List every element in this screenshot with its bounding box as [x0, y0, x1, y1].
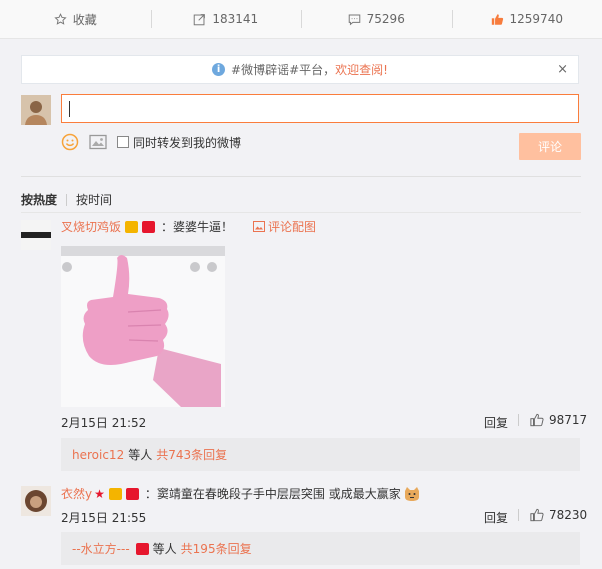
comment-input[interactable] [61, 94, 579, 123]
comment-like-button[interactable]: 98717 [518, 413, 587, 427]
comment-like-count: 98717 [549, 413, 588, 427]
vip-badge-icon [142, 220, 156, 233]
sort-by-heat-tab[interactable]: 按热度 [21, 191, 57, 208]
reply-summary: --水立方--- 等人 共195条回复 [61, 532, 580, 565]
comment-like-count: 78230 [549, 508, 588, 522]
reply-button[interactable]: 回复 [484, 509, 508, 526]
checkbox-box[interactable] [117, 136, 129, 148]
divider [518, 414, 519, 426]
red-star-icon: ★ [94, 486, 105, 501]
comment-username[interactable]: 衣然y [61, 485, 92, 502]
member-badge-icon [108, 487, 122, 500]
star-icon [54, 12, 67, 25]
emoji-icon[interactable] [61, 133, 79, 151]
sort-by-time-tab[interactable]: 按时间 [76, 191, 112, 208]
vip-badge-icon [135, 542, 149, 555]
notice-link[interactable]: 欢迎查阅! [335, 61, 388, 78]
repost-count: 183141 [212, 12, 259, 26]
reply-summary-mid: 等人 [152, 542, 177, 556]
repost-checkbox-label: 同时转发到我的微博 [133, 135, 242, 150]
thumbs-up-icon [530, 508, 544, 522]
reply-count-link[interactable]: 共743条回复 [156, 446, 227, 463]
comment-text: ：窦靖童在春晚段子手中层层突围 或成最大赢家 [144, 487, 401, 501]
like-button[interactable]: 1259740 [451, 0, 602, 38]
like-count: 1259740 [509, 12, 563, 26]
repost-checkbox[interactable]: 同时转发到我的微博 [117, 134, 241, 151]
comment-header: 衣然y ★ ：窦靖童在春晚段子手中层层突围 或成最大赢家 [61, 485, 421, 502]
notice-text: #微博辟谣#平台， [231, 63, 336, 77]
compose-tools: 同时转发到我的微博 [61, 133, 241, 151]
comment-pic-link[interactable]: 评论配图 [253, 218, 316, 235]
sort-divider [66, 193, 68, 206]
thumbs-up-icon [530, 413, 544, 427]
reply-summary-mid: 等人 [128, 448, 153, 462]
divider [21, 212, 581, 213]
comment-header: 叉烧切鸡饭 ：婆婆牛逼！ 评论配图 [61, 218, 316, 235]
repost-button[interactable]: 183141 [150, 0, 302, 38]
reply-username[interactable]: heroic12 [72, 448, 124, 462]
picture-icon [253, 221, 266, 232]
divider [518, 509, 519, 521]
my-avatar[interactable] [21, 95, 51, 125]
info-icon: i [212, 63, 226, 76]
text-caret [69, 101, 70, 117]
vip-badge-icon [125, 487, 139, 500]
avatar[interactable] [21, 486, 51, 516]
sort-tabs: 按热度 按时间 [21, 191, 112, 208]
comment-time: 2月15日 21:55 [61, 511, 147, 525]
cat-emoji-icon [404, 486, 419, 501]
rumor-notice-banner: i #微博辟谣#平台， 欢迎查阅! × [21, 55, 579, 84]
weibo-comment-panel: 收藏 183141 75296 1259740 i #微博辟谣#平台， 欢迎查阅… [0, 0, 602, 569]
reply-button[interactable]: 回复 [484, 414, 508, 431]
comment-image-thumbnail[interactable] [61, 246, 225, 407]
comment-username[interactable]: 叉烧切鸡饭 [61, 218, 121, 235]
reply-summary: heroic12 等人 共743条回复 [61, 438, 580, 471]
close-icon[interactable]: × [557, 62, 568, 77]
action-bar: 收藏 183141 75296 1259740 [0, 0, 602, 39]
reply-username[interactable]: --水立方--- [72, 540, 130, 557]
image-icon[interactable] [89, 134, 107, 150]
comment-time: 2月15日 21:52 [61, 416, 147, 430]
favorite-button[interactable]: 收藏 [0, 0, 151, 38]
comment-icon [348, 14, 360, 25]
share-icon [194, 13, 206, 25]
comment-count: 75296 [366, 12, 405, 26]
comment-text: ：婆婆牛逼！ [161, 220, 234, 234]
thumbs-up-icon [491, 13, 503, 25]
submit-comment-button[interactable]: 评论 [519, 133, 581, 160]
avatar[interactable] [21, 220, 51, 250]
reply-count-link[interactable]: 共195条回复 [181, 540, 252, 557]
member-badge-icon [125, 220, 139, 233]
comment-button[interactable]: 75296 [301, 0, 452, 38]
comment-pic-label: 评论配图 [268, 220, 317, 234]
favorite-label: 收藏 [72, 12, 97, 27]
divider [21, 176, 581, 177]
comment-like-button[interactable]: 78230 [518, 508, 587, 522]
